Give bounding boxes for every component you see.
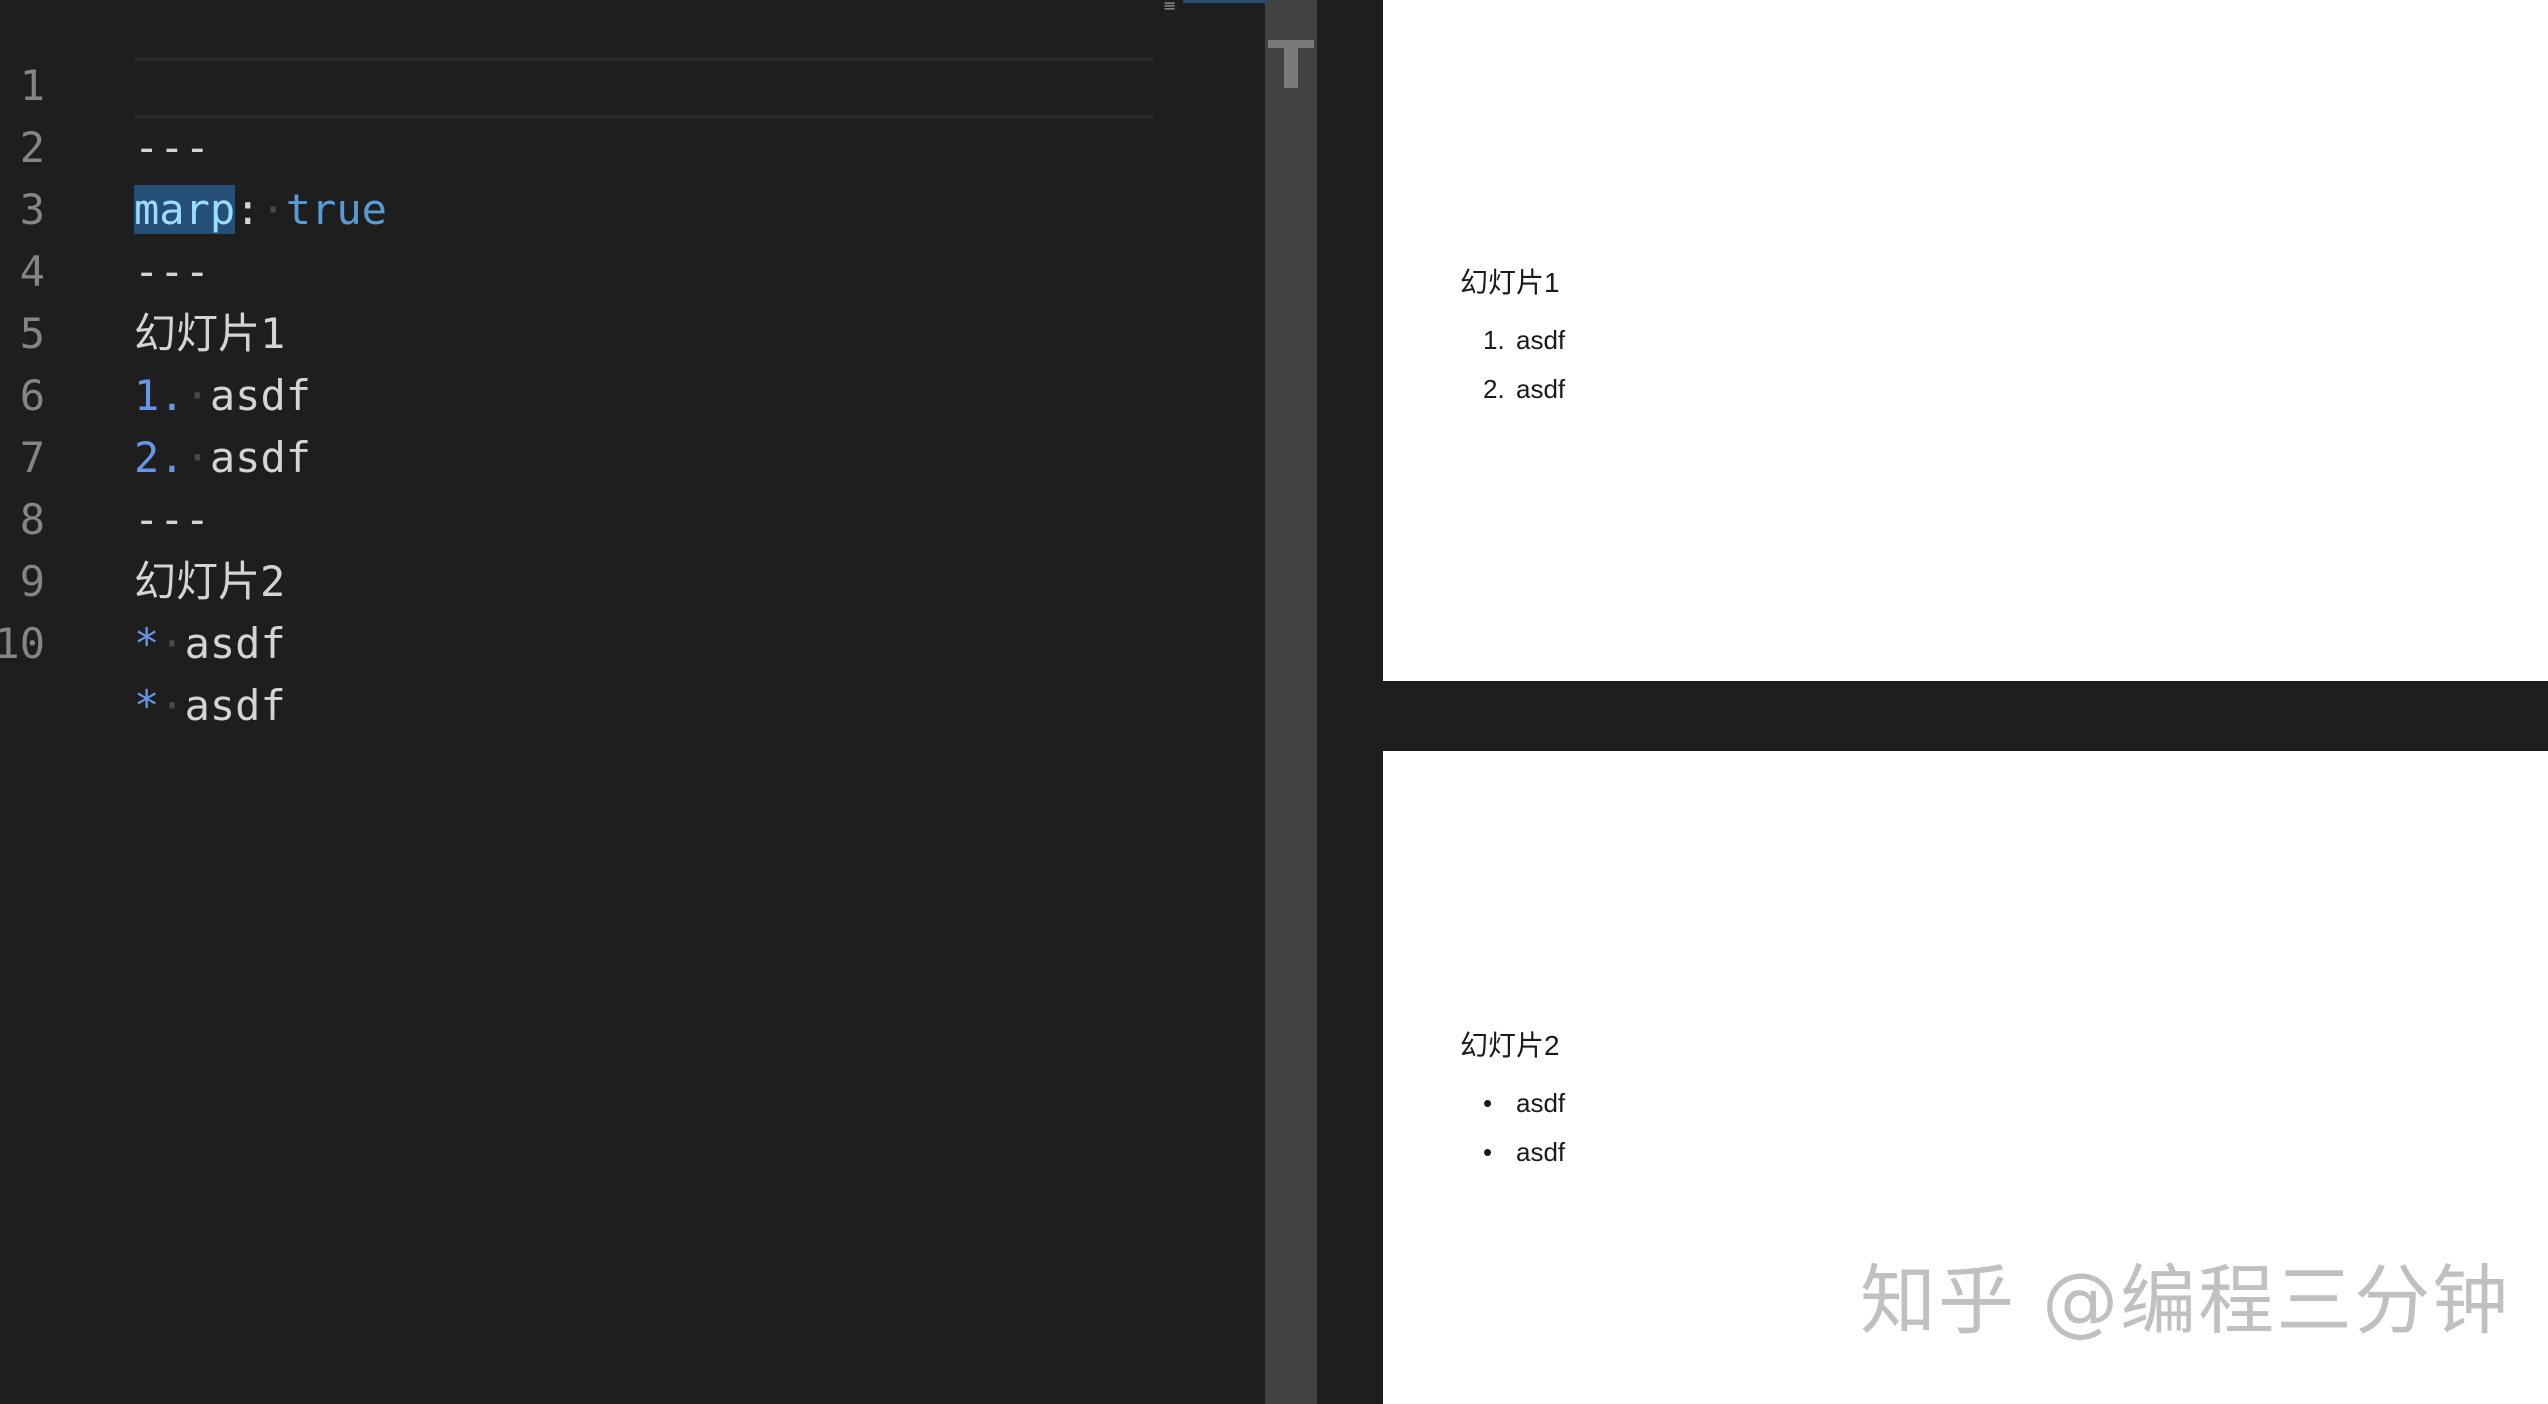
list-marker: *	[134, 681, 160, 730]
minimap[interactable]	[1265, 0, 1317, 1404]
watermark: 知乎 @编程三分钟	[1860, 1256, 2511, 1345]
editor-accent-bar	[1183, 0, 1265, 3]
list-item-text: asdf	[1516, 325, 1566, 355]
pane-divider[interactable]	[1317, 0, 1383, 1404]
editor-line[interactable]: 5 1.·asdf	[0, 241, 1160, 420]
editor-line[interactable]: 1 ---	[0, 0, 1160, 172]
list-item-text: asdf	[1516, 1088, 1566, 1118]
fold-icon[interactable]: ≡	[1163, 0, 1177, 30]
list-item: 2. asdf	[1483, 365, 1565, 414]
editor-line[interactable]: 7 ---	[0, 365, 1160, 544]
list-item: • asdf	[1483, 1128, 1565, 1177]
editor-line[interactable]: 9 *·asdf	[0, 489, 1160, 668]
slide-preview[interactable]: 幻灯片1 1. asdf 2. asdf 幻灯片2 • asdf • asdf	[1383, 0, 2548, 1404]
bullet-list: • asdf • asdf	[1483, 1079, 1565, 1177]
editor-line[interactable]: 3 ---	[0, 117, 1160, 296]
list-number: 1.	[1483, 325, 1505, 355]
slide-heading: 幻灯片2	[1460, 1030, 1560, 1061]
list-marker: *	[134, 619, 160, 668]
bullet-icon: •	[1483, 1088, 1493, 1118]
list-text: asdf	[184, 681, 286, 730]
line-text: *·asdf	[134, 613, 286, 675]
slide-1: 幻灯片1 1. asdf 2. asdf	[1383, 0, 2548, 681]
list-item-text: asdf	[1516, 1137, 1566, 1167]
line-number: 10	[0, 619, 45, 668]
list-item: 1. asdf	[1483, 316, 1565, 365]
ordered-list: 1. asdf 2. asdf	[1483, 316, 1565, 414]
code-editor[interactable]: ≡ 1 --- 2 marp:·true 3 --- 4 幻灯片1 5 1.·a…	[0, 0, 1265, 1404]
minimap-slider[interactable]	[1268, 40, 1314, 88]
whitespace-dot: ·	[159, 619, 185, 668]
editor-line[interactable]: 4 幻灯片1	[0, 179, 1160, 358]
list-item-text: asdf	[1516, 374, 1566, 404]
slide-heading: 幻灯片1	[1460, 267, 1560, 298]
list-item: • asdf	[1483, 1079, 1565, 1128]
editor-line[interactable]: 2 marp:·true	[0, 55, 1160, 234]
editor-line[interactable]: 6 2.·asdf	[0, 303, 1160, 482]
editor-line[interactable]: 10 *·asdf	[0, 551, 1160, 730]
list-number: 2.	[1483, 374, 1505, 404]
editor-line[interactable]: 8 幻灯片2	[0, 427, 1160, 606]
list-text: asdf	[184, 619, 286, 668]
line-text: *·asdf	[134, 675, 286, 737]
bullet-icon: •	[1483, 1137, 1493, 1167]
minimap-slider-stem	[1284, 40, 1298, 88]
whitespace-dot: ·	[159, 681, 185, 730]
